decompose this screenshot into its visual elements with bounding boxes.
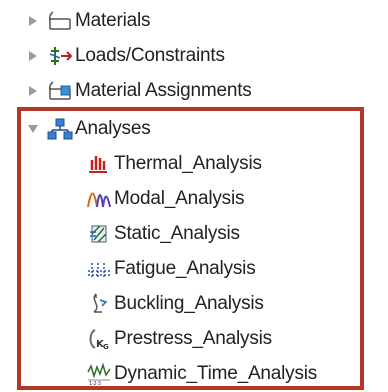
tree-item-label: Loads/Constraints — [75, 45, 225, 66]
tree-item-label: Fatigue_Analysis — [114, 258, 256, 279]
material-assignments-icon — [47, 79, 73, 103]
expand-arrow-icon[interactable] — [25, 83, 41, 99]
tree-item-prestress-analysis[interactable]: K G Prestress_Analysis — [86, 322, 272, 356]
tree-item-label: Static_Analysis — [114, 223, 240, 244]
tree-item-loads-constraints[interactable]: Loads/Constraints — [25, 39, 225, 73]
expand-arrow-icon[interactable] — [25, 13, 41, 29]
tree-item-label: Modal_Analysis — [114, 188, 245, 209]
thermal-analysis-icon — [86, 152, 112, 176]
collapse-arrow-icon[interactable] — [25, 121, 41, 137]
tree-item-label: Prestress_Analysis — [114, 328, 272, 349]
tree-item-material-assignments[interactable]: Material Assignments — [25, 74, 252, 108]
fatigue-analysis-icon — [86, 257, 112, 281]
tree-item-buckling-analysis[interactable]: Buckling_Analysis — [86, 287, 264, 321]
analyses-icon — [47, 117, 73, 141]
materials-folder-icon — [47, 9, 73, 33]
svg-text:G: G — [103, 343, 109, 351]
loads-constraints-icon — [47, 44, 73, 68]
tree-item-static-analysis[interactable]: Static_Analysis — [86, 217, 240, 251]
tree-item-label: Materials — [75, 10, 151, 31]
model-tree: Materials Loads/Constraints Material Ass… — [0, 0, 388, 392]
expand-arrow-icon[interactable] — [25, 48, 41, 64]
tree-item-modal-analysis[interactable]: Modal_Analysis — [86, 182, 244, 216]
tree-item-thermal-analysis[interactable]: Thermal_Analysis — [86, 147, 262, 181]
tree-item-analyses[interactable]: Analyses — [25, 112, 151, 146]
tree-item-label: Material Assignments — [75, 80, 252, 101]
tree-item-label: Buckling_Analysis — [114, 293, 264, 314]
tree-item-dynamic-time-analysis[interactable]: 1·2·3 Dynamic_Time_Analysis — [86, 357, 317, 391]
modal-analysis-icon — [86, 187, 112, 211]
tree-item-fatigue-analysis[interactable]: Fatigue_Analysis — [86, 252, 256, 286]
svg-text:1·2·3: 1·2·3 — [89, 381, 101, 386]
tree-item-label: Dynamic_Time_Analysis — [114, 363, 318, 384]
prestress-analysis-icon: K G — [86, 327, 112, 351]
tree-item-materials[interactable]: Materials — [25, 4, 150, 38]
static-analysis-icon — [86, 222, 112, 246]
buckling-analysis-icon — [86, 292, 112, 316]
tree-item-label: Analyses — [75, 118, 151, 139]
tree-item-label: Thermal_Analysis — [114, 153, 262, 174]
dynamic-time-analysis-icon: 1·2·3 — [86, 362, 112, 386]
